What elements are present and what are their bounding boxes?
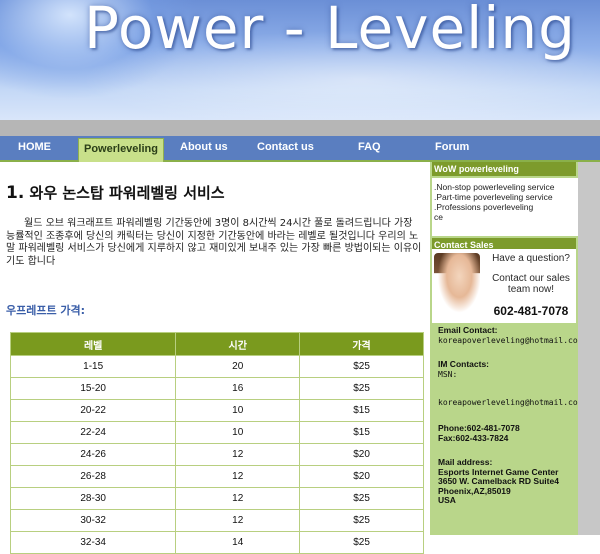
site-title: Power - Leveling <box>84 0 576 62</box>
cell-time: 16 <box>175 377 301 400</box>
page-scrollbar[interactable] <box>578 162 600 535</box>
service-link-parttime[interactable]: .Part-time poverleveling service <box>434 192 578 202</box>
cell-time: 20 <box>175 355 301 378</box>
cell-time: 10 <box>175 399 301 422</box>
table-row: 30-32 12 $25 <box>9 509 424 532</box>
cell-price: $20 <box>299 443 424 466</box>
cell-level: 22-24 <box>9 421 177 444</box>
cell-price: $15 <box>299 421 424 444</box>
cell-level: 30-32 <box>9 509 177 532</box>
cell-price: $20 <box>299 465 424 488</box>
cell-price: $25 <box>299 509 424 532</box>
column-header-level: 레벨 <box>9 332 177 356</box>
cell-level: 28-30 <box>9 487 177 510</box>
nav-home[interactable]: HOME <box>18 136 51 160</box>
table-row: 22-24 10 $15 <box>9 421 424 444</box>
mail-address-block: Mail address: Esports Internet Game Cent… <box>438 457 584 506</box>
msn-value[interactable]: koreapowerleveling@hotmail.com <box>438 398 584 408</box>
price-table: 레벨 시간 가격 1-15 20 $25 15-20 16 $25 20-22 10 $15… <box>9 332 424 554</box>
heading-number: 1. <box>6 183 25 203</box>
cell-price: $25 <box>299 355 424 378</box>
cell-time: 12 <box>175 443 301 466</box>
wow-powerleveling-heading: WoW powerleveling <box>432 162 576 176</box>
cell-price: $25 <box>299 487 424 510</box>
im-label: IM Contacts: <box>438 359 489 369</box>
mail-city: Phoenix,AZ,85019 <box>438 485 511 496</box>
msn-label: MSN: <box>438 369 458 379</box>
email-contact-block: Email Contact: koreapoverleveling@hotmai… <box>438 325 584 346</box>
header-banner: Power - Leveling <box>0 0 600 120</box>
cell-level: 26-28 <box>9 465 177 488</box>
banner-divider <box>0 120 600 136</box>
right-sidebar: WoW powerleveling .Non-stop powerlevelin… <box>430 162 583 535</box>
cell-time: 12 <box>175 465 301 488</box>
phone-line: Phone:602-481-7078 <box>438 423 520 433</box>
support-agent-image <box>434 253 480 319</box>
mail-name: Esports Internet Game Center <box>438 466 559 477</box>
table-row: 26-28 12 $20 <box>9 465 424 488</box>
service-link-nonstop[interactable]: .Non-stop powerleveling service <box>434 182 578 192</box>
cell-level: 20-22 <box>9 399 177 422</box>
nav-forum[interactable]: Forum <box>435 136 469 160</box>
cell-price: $25 <box>299 377 424 400</box>
column-header-time: 시간 <box>175 332 301 356</box>
service-description: 월드 오브 워크래프트 파워레벨링 기간동안에 3명이 8시간씩 24시간 풀로… <box>6 218 422 267</box>
contact-question: Have a question? <box>492 253 570 264</box>
cell-price: $15 <box>299 399 424 422</box>
cell-level: 24-26 <box>9 443 177 466</box>
table-row: 28-30 12 $25 <box>9 487 424 510</box>
service-link-wrap[interactable]: ce <box>434 212 578 222</box>
nav-faq[interactable]: FAQ <box>358 136 381 160</box>
main-nav: HOME Powerleveling About us Contact us F… <box>0 136 600 162</box>
email-label: Email Contact: <box>438 325 498 335</box>
cell-time: 10 <box>175 421 301 444</box>
table-row: 24-26 12 $20 <box>9 443 424 466</box>
table-header-row: 레벨 시간 가격 <box>9 332 424 356</box>
contact-phone: 602-481-7078 <box>493 304 569 318</box>
contact-sales-banner[interactable]: Have a question? Contact our sales team … <box>432 249 576 323</box>
service-link-professions[interactable]: .Professions poverleveling <box>434 202 578 212</box>
cell-time: 12 <box>175 509 301 532</box>
mail-label: Mail address: <box>438 457 493 467</box>
phone-fax-block: Phone:602-481-7078 Fax:602-433-7824 <box>438 423 584 443</box>
table-row: 20-22 10 $15 <box>9 399 424 422</box>
cell-level: 1-15 <box>9 355 177 378</box>
service-links: .Non-stop powerleveling service .Part-ti… <box>432 178 578 236</box>
fax-line: Fax:602-433-7824 <box>438 432 509 443</box>
im-contact-block: IM Contacts: MSN: <box>438 359 584 379</box>
nav-about-us[interactable]: About us <box>180 136 228 160</box>
mail-country: USA <box>438 495 456 505</box>
email-value[interactable]: koreapoverleveling@hotmail.com <box>438 336 584 346</box>
mail-street: 3650 W. Camelback RD Suite4 <box>438 476 559 486</box>
heading-text: 와우 논스탑 파워레벨링 서비스 <box>29 184 225 202</box>
contact-message: Contact our sales team now! <box>492 273 570 295</box>
main-content: 1. 와우 논스탑 파워레벨링 서비스 월드 오브 워크래프트 파워레벨링 기간… <box>0 162 430 554</box>
column-header-price: 가격 <box>299 332 424 356</box>
nav-contact-us[interactable]: Contact us <box>257 136 314 160</box>
price-heading: 우프레프트 가격: <box>6 304 86 317</box>
cell-time: 12 <box>175 487 301 510</box>
nav-powerleveling[interactable]: Powerleveling <box>78 138 164 162</box>
cell-level: 15-20 <box>9 377 177 400</box>
table-row: 1-15 20 $25 <box>9 355 424 378</box>
table-row: 15-20 16 $25 <box>9 377 424 400</box>
page-heading: 1. 와우 논스탑 파워레벨링 서비스 <box>6 182 225 203</box>
